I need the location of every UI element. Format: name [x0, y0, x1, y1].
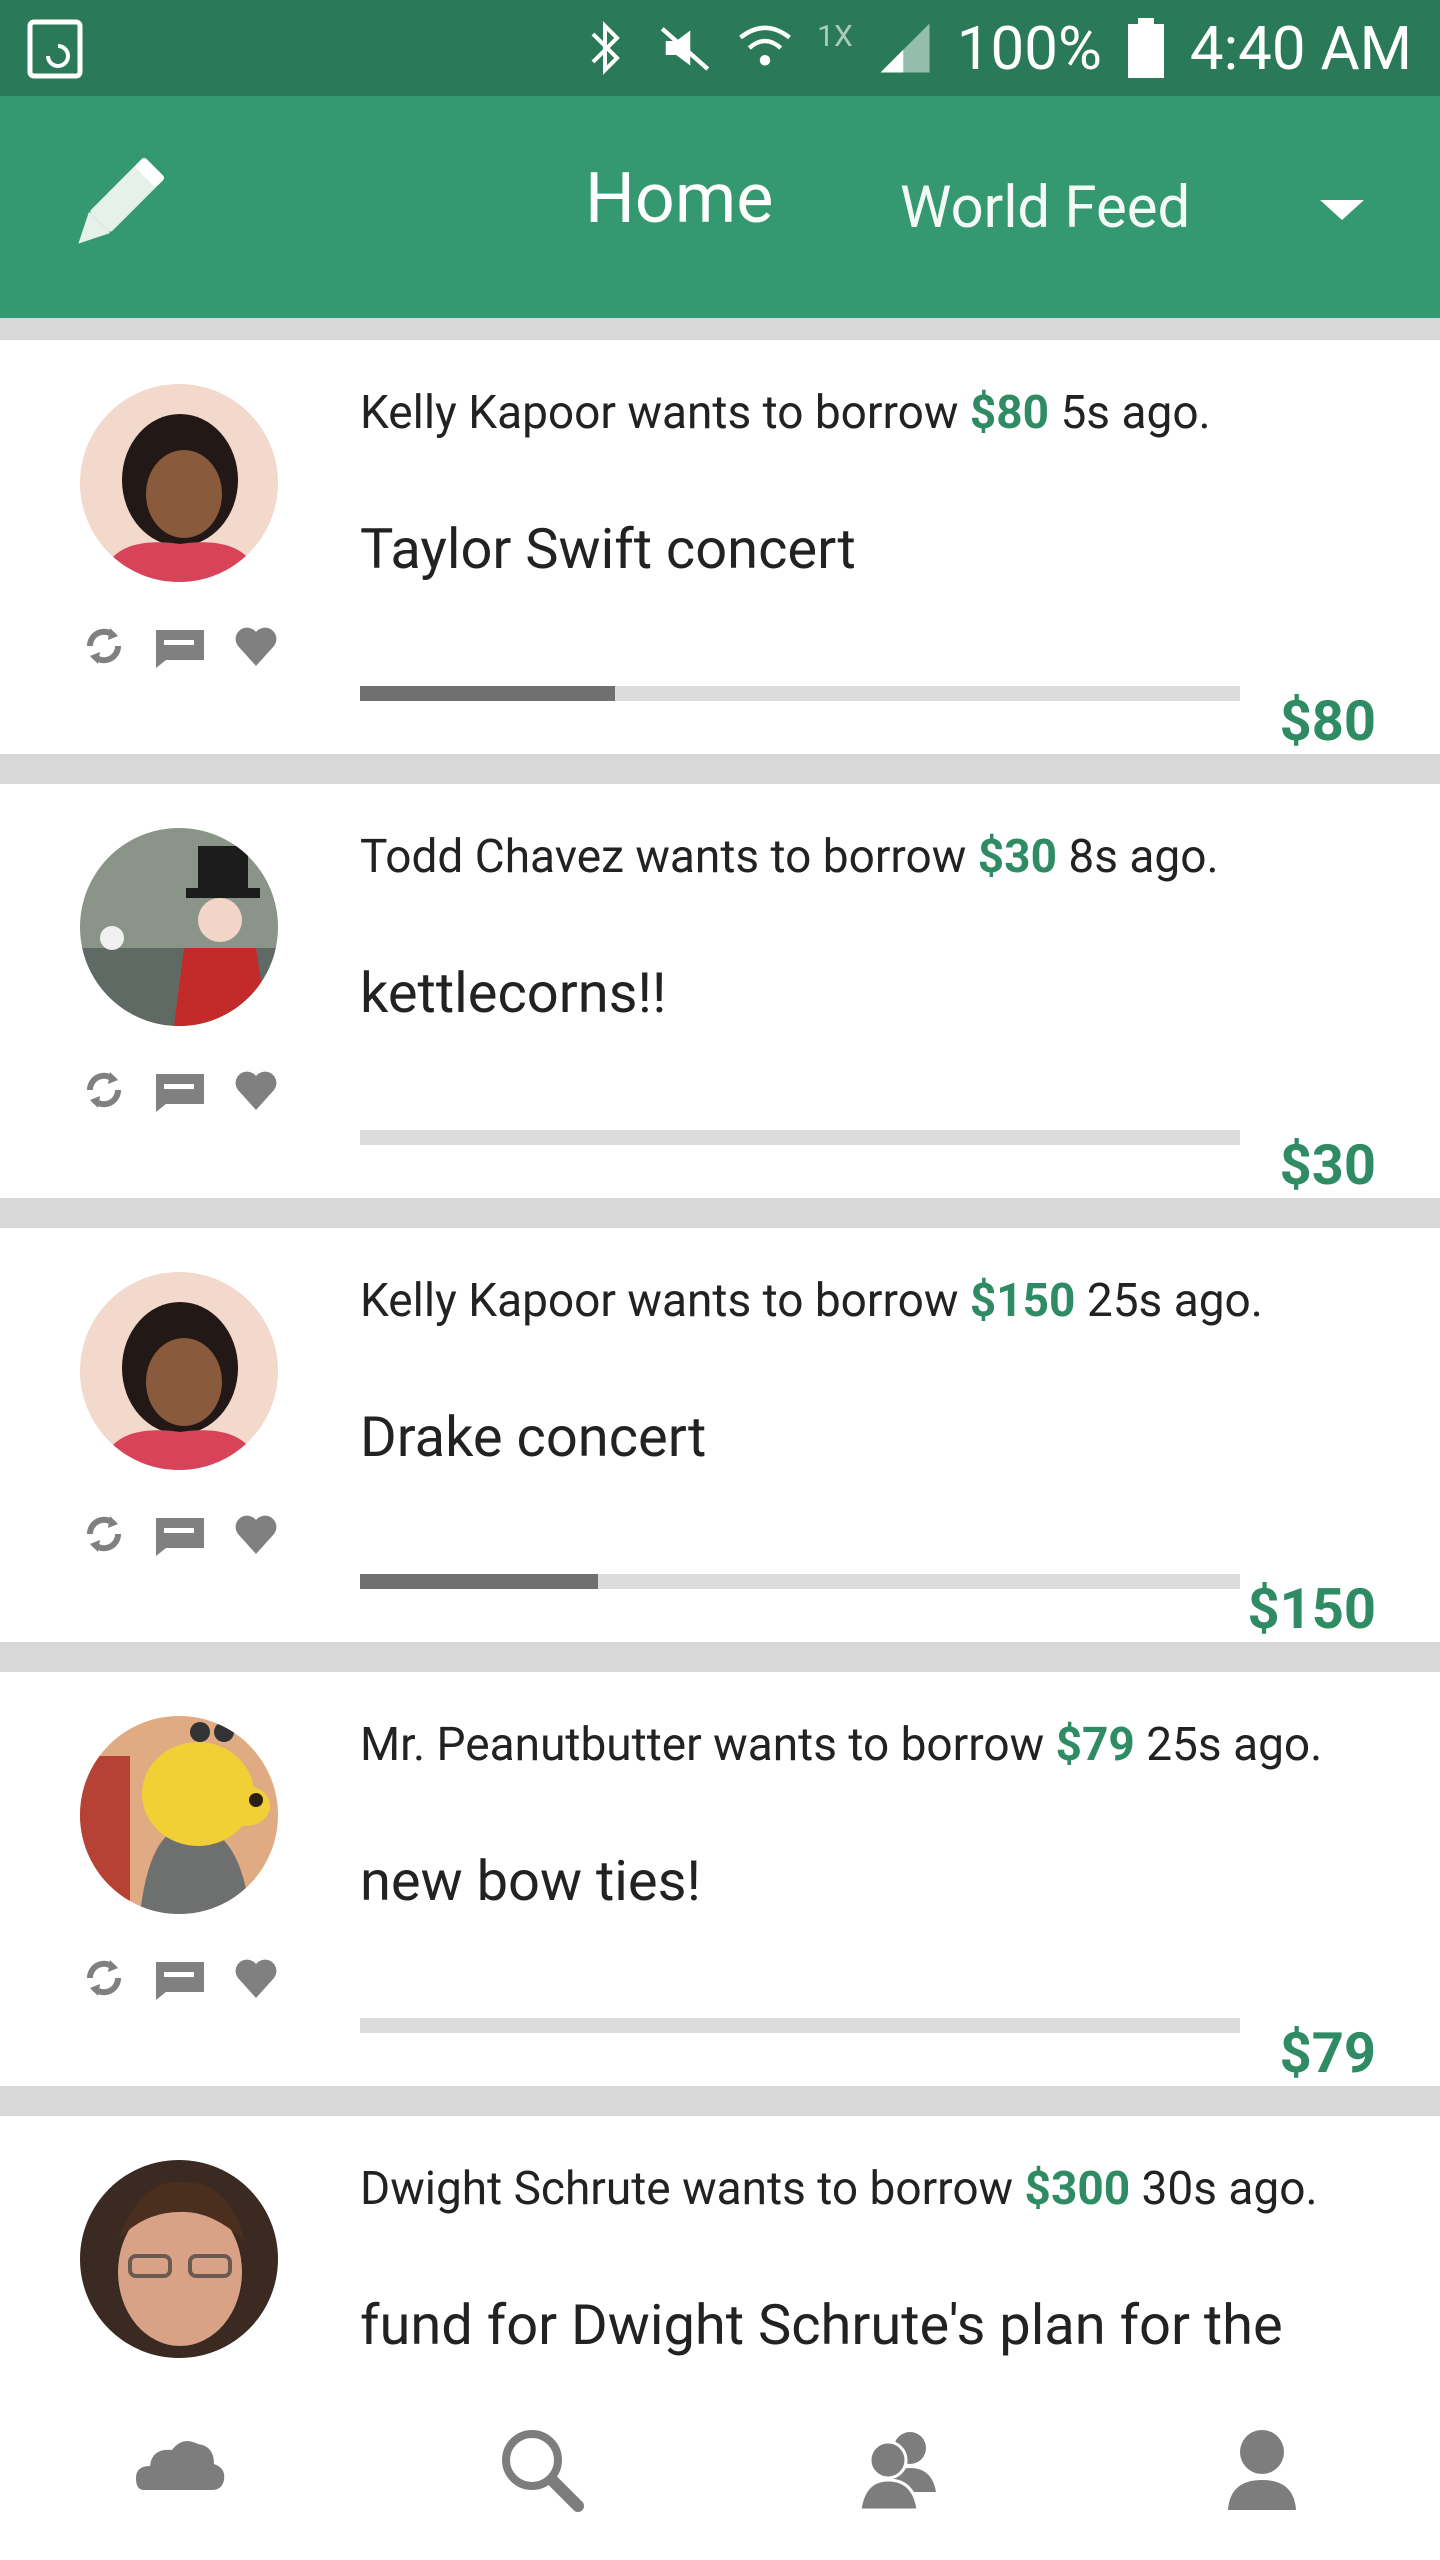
signal-icon [880, 23, 930, 73]
search-icon[interactable] [492, 2420, 588, 2516]
loan-headline: Dwight Schrute wants to borrow $300 30s … [360, 2162, 1318, 2216]
progress-bar [360, 1130, 1240, 1145]
loan-amount: $30 [977, 830, 1057, 884]
feed-card[interactable]: Mr. Peanutbutter wants to borrow $79 25s… [0, 1672, 1440, 2086]
refresh-icon[interactable] [80, 1510, 128, 1558]
refresh-icon[interactable] [80, 622, 128, 670]
network-speed-label: 1X [817, 18, 853, 54]
battery-icon [1127, 18, 1164, 78]
goal-amount: $30 [1279, 1132, 1376, 1198]
refresh-icon[interactable] [80, 1066, 128, 1114]
avatar-kelly-kapoor[interactable] [80, 1272, 278, 1470]
profile-icon[interactable] [1214, 2420, 1310, 2516]
borrower-name[interactable]: Mr. Peanutbutter [360, 1718, 702, 1772]
bluetooth-icon [591, 21, 620, 75]
tab-world-feed[interactable]: World Feed [900, 174, 1190, 242]
feed-card[interactable]: Kelly Kapoor wants to borrow $150 25s ag… [0, 1228, 1440, 1642]
loan-headline: Mr. Peanutbutter wants to borrow $79 25s… [360, 1718, 1323, 1772]
loan-amount: $300 [1024, 2162, 1131, 2216]
status-bar: 1X 100% 4:40 AM [0, 0, 1440, 96]
loan-headline: Todd Chavez wants to borrow $30 8s ago. [360, 830, 1219, 884]
loan-amount: $79 [1055, 1718, 1135, 1772]
comment-icon[interactable] [154, 1954, 206, 2002]
chevron-down-icon[interactable] [1320, 200, 1364, 220]
wifi-icon [739, 25, 791, 66]
loan-amount: $150 [969, 1274, 1076, 1328]
goal-amount: $150 [1247, 1576, 1376, 1642]
loan-title: fund for Dwight Schrute's plan for the [360, 2292, 1283, 2358]
borrower-name[interactable]: Todd Chavez [360, 830, 624, 884]
cloud-icon[interactable] [132, 2420, 228, 2516]
loan-title: new bow ties! [360, 1848, 701, 1914]
clock: 4:40 AM [1189, 12, 1412, 84]
loan-title: Taylor Swift concert [360, 516, 856, 582]
battery-percent: 100% [956, 12, 1102, 84]
heart-icon[interactable] [232, 622, 280, 670]
avatar-mr-peanutbutter[interactable] [80, 1716, 278, 1914]
borrower-name[interactable]: Kelly Kapoor [360, 386, 616, 440]
screen-rotate-icon [27, 19, 83, 79]
comment-icon[interactable] [154, 1510, 206, 1558]
progress-bar [360, 686, 1240, 701]
borrower-name[interactable]: Kelly Kapoor [360, 1274, 616, 1328]
app-bar: Home World Feed [0, 96, 1440, 318]
loan-amount: $80 [969, 386, 1050, 440]
feed-card[interactable]: Kelly Kapoor wants to borrow $80 5s ago.… [0, 340, 1440, 754]
mute-icon [660, 27, 710, 71]
feed-card[interactable]: Todd Chavez wants to borrow $30 8s ago. … [0, 784, 1440, 1198]
progress-bar [360, 2018, 1240, 2033]
goal-amount: $80 [1279, 688, 1376, 754]
avatar-kelly-kapoor[interactable] [80, 384, 278, 582]
loan-title: kettlecorns!! [360, 960, 667, 1026]
progress-bar [360, 1574, 1240, 1589]
friends-icon[interactable] [852, 2420, 948, 2516]
feed-list: Kelly Kapoor wants to borrow $80 5s ago.… [0, 340, 1440, 2560]
heart-icon[interactable] [232, 1066, 280, 1114]
borrower-name[interactable]: Dwight Schrute [360, 2162, 671, 2216]
goal-amount: $79 [1279, 2020, 1376, 2086]
tab-home[interactable]: Home [585, 158, 773, 240]
bottom-nav [0, 2372, 1440, 2560]
refresh-icon[interactable] [80, 1954, 128, 2002]
loan-title: Drake concert [360, 1404, 707, 1470]
loan-headline: Kelly Kapoor wants to borrow $150 25s ag… [360, 1274, 1263, 1328]
compose-pencil-icon[interactable] [58, 154, 168, 264]
avatar-dwight-schrute[interactable] [80, 2160, 278, 2358]
loan-headline: Kelly Kapoor wants to borrow $80 5s ago. [360, 386, 1211, 440]
comment-icon[interactable] [154, 622, 206, 670]
avatar-todd-chavez[interactable] [80, 828, 278, 1026]
comment-icon[interactable] [154, 1066, 206, 1114]
heart-icon[interactable] [232, 1954, 280, 2002]
heart-icon[interactable] [232, 1510, 280, 1558]
